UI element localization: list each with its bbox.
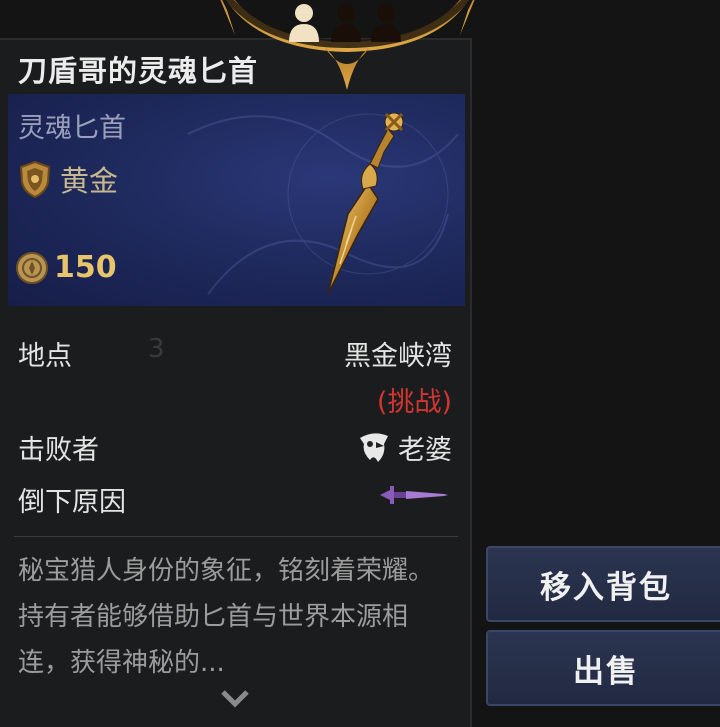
- item-title: 刀盾哥的灵魂匕首: [18, 54, 259, 88]
- item-detail-card: 刀盾哥的灵魂匕首 灵魂匕首 黄金 150 3 地点 黑金峡湾 (挑战) 击败者 …: [0, 38, 472, 727]
- killer-value: 老婆: [398, 435, 452, 466]
- coin-icon: [16, 251, 48, 284]
- item-type: 灵魂匕首: [18, 113, 126, 144]
- rarity-row: 黄金: [18, 158, 118, 200]
- location-value: 黑金峡湾: [344, 341, 452, 372]
- divider: [14, 536, 458, 537]
- rarity-label: 黄金: [60, 164, 119, 198]
- skull-mask-icon: [360, 432, 388, 462]
- item-description: 秘宝猎人身份的象征，铭刻着荣耀。持有者能够借助匕首与世界本源相连，获得神秘的..…: [18, 556, 435, 678]
- killer-label: 击败者: [18, 435, 99, 466]
- gold-shield-icon: [19, 160, 51, 198]
- item-preview-panel: 灵魂匕首 黄金 150: [8, 94, 465, 306]
- chevron-down-icon[interactable]: [220, 688, 250, 710]
- location-mode: (挑战): [376, 387, 452, 418]
- golden-dagger-image: [327, 112, 404, 295]
- sell-button[interactable]: 出售: [486, 630, 720, 706]
- item-price: 150: [54, 250, 117, 285]
- cause-label: 倒下原因: [18, 487, 126, 518]
- move-to-bag-button[interactable]: 移入背包: [486, 546, 720, 622]
- location-label: 地点: [18, 341, 72, 372]
- player-inactive-icon: [371, 4, 401, 42]
- killer-row: 老婆: [356, 428, 452, 467]
- player-active-icon: [289, 4, 319, 42]
- faint-number: 3: [148, 334, 165, 364]
- price-row: 150: [16, 250, 117, 285]
- purple-dagger-icon: [380, 486, 448, 504]
- player-inactive-icon: [331, 4, 361, 42]
